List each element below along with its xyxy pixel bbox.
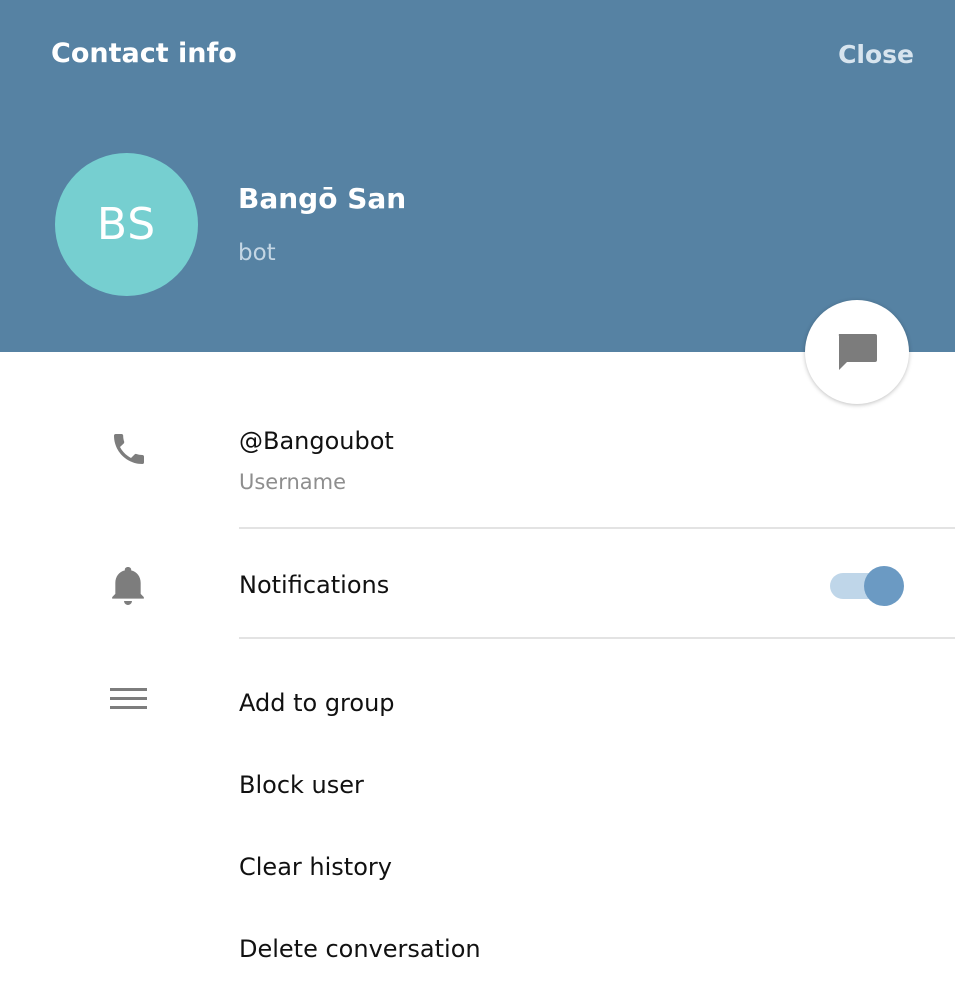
username-value[interactable]: @Bangoubot	[239, 424, 394, 458]
contact-name: Bangō San	[238, 182, 407, 215]
menu-icon	[110, 684, 148, 714]
add-to-group-button[interactable]: Add to group	[239, 686, 395, 720]
avatar: BS	[55, 153, 198, 296]
clear-history-button[interactable]: Clear history	[239, 850, 392, 884]
block-user-button[interactable]: Block user	[239, 768, 364, 802]
avatar-initials: BS	[96, 199, 157, 250]
notifications-toggle[interactable]	[830, 566, 904, 606]
notifications-label: Notifications	[239, 571, 390, 599]
divider	[239, 637, 955, 639]
divider	[239, 527, 955, 529]
contact-status: bot	[238, 240, 276, 266]
message-icon	[838, 334, 877, 370]
delete-conversation-button[interactable]: Delete conversation	[239, 932, 481, 966]
header: Contact info Close BS Bangō San bot	[0, 0, 955, 352]
bell-icon	[108, 565, 148, 607]
panel-title: Contact info	[51, 38, 237, 69]
contact-info-panel: Contact info Close BS Bangō San bot @Ban…	[0, 0, 955, 1000]
phone-icon	[108, 428, 150, 470]
username-label: Username	[239, 470, 347, 494]
close-button[interactable]: Close	[838, 38, 914, 72]
toggle-knob	[864, 566, 904, 606]
send-message-button[interactable]	[805, 300, 909, 404]
